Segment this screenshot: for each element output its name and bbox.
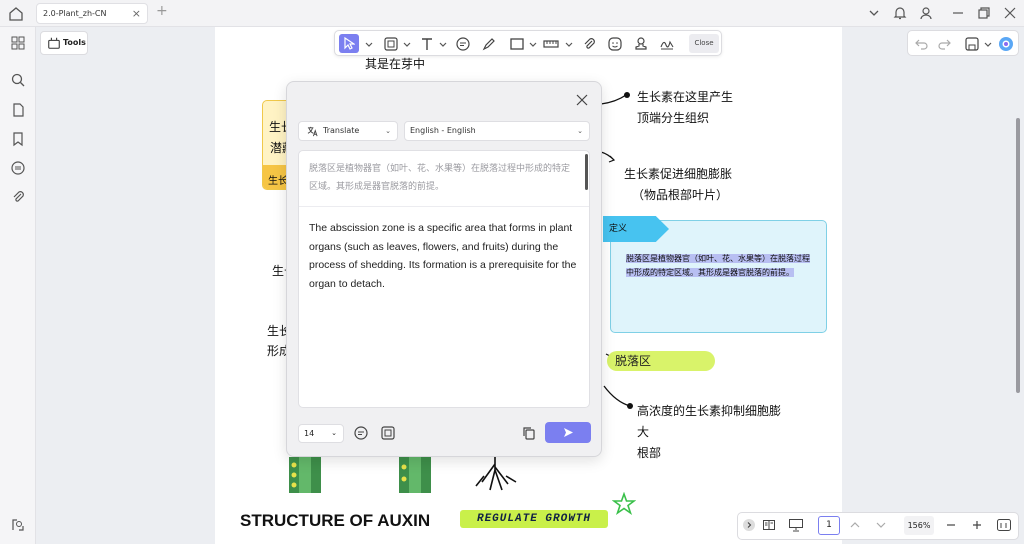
mode-dropdown[interactable]: Translate ⌄ — [298, 121, 398, 141]
font-size-select[interactable]: 14 ⌄ — [298, 424, 344, 443]
expand-right-icon[interactable] — [742, 518, 756, 532]
mode-value: Translate — [323, 126, 360, 135]
user-icon[interactable] — [918, 5, 934, 21]
sticker-icon[interactable] — [607, 36, 623, 52]
page-text: 其是在芽中 — [365, 57, 426, 71]
definition-text[interactable]: 脱落区是植物器官（如叶、花、水果等）在脱落过程中形成的特定区域。其形成是器官脱落… — [626, 252, 816, 280]
definition-tag: 定义 — [603, 216, 669, 242]
page-text: （物品根部叶片） — [632, 188, 729, 202]
undo-icon[interactable] — [914, 36, 930, 52]
search-icon[interactable] — [10, 72, 26, 88]
page-text: 生长素促进细胞膨胀 — [624, 167, 733, 181]
bell-icon[interactable] — [892, 5, 908, 21]
close-toolbar-button[interactable]: Close — [689, 34, 719, 53]
language-dropdown[interactable]: English - English ⌄ — [404, 121, 590, 141]
regulate-growth-label: REGULATE GROWTH — [460, 510, 608, 528]
signature-icon[interactable] — [659, 36, 675, 52]
bookmark-icon[interactable] — [10, 131, 26, 147]
rectangle-icon[interactable] — [509, 36, 525, 52]
cursor-icon — [344, 37, 355, 50]
page-icon[interactable] — [10, 102, 26, 118]
translated-text[interactable]: The abscission zone is a specific area t… — [309, 219, 581, 293]
document-tab[interactable]: 2.0-Plant_zh-CN × — [36, 3, 148, 24]
send-icon — [564, 428, 573, 437]
page-text: 根部 — [637, 446, 662, 460]
previous-page-icon[interactable] — [848, 519, 862, 531]
page-text: 生长 — [268, 176, 288, 187]
panel-divider — [299, 206, 589, 207]
restore-icon[interactable] — [976, 5, 992, 21]
translate-icon — [307, 126, 318, 137]
chevron-down-icon[interactable] — [561, 36, 577, 52]
font-size-value: 14 — [304, 429, 315, 438]
zoom-in-icon[interactable] — [970, 518, 984, 532]
tools-button[interactable]: Tools — [40, 31, 88, 55]
tab-title: 2.0-Plant_zh-CN — [43, 9, 107, 18]
stamp-icon[interactable] — [633, 36, 649, 52]
annotation-toolbar: Close — [334, 30, 722, 56]
comment-icon[interactable] — [353, 425, 369, 441]
close-window-icon[interactable] — [1002, 5, 1018, 21]
comment-icon[interactable] — [10, 160, 26, 176]
close-icon[interactable] — [575, 93, 589, 107]
attachment-icon[interactable] — [581, 36, 597, 52]
copy-icon[interactable] — [521, 425, 537, 441]
tools-label: Tools — [63, 38, 86, 47]
new-tab-icon[interactable]: + — [156, 3, 168, 19]
star-doodle-icon — [612, 492, 636, 516]
plant-stem-illustration — [399, 457, 431, 493]
zoom-out-icon[interactable] — [944, 519, 958, 531]
chevron-down-icon[interactable] — [399, 36, 415, 52]
measure-icon[interactable] — [543, 36, 559, 52]
root-illustration — [475, 452, 517, 491]
language-value: English - English — [410, 126, 476, 135]
text-tool-icon[interactable] — [419, 36, 435, 52]
text-box-icon[interactable] — [383, 36, 399, 52]
left-sidebar — [0, 27, 36, 544]
page-text: 生长素在这里产生 — [637, 90, 734, 104]
actual-size-icon[interactable] — [996, 518, 1012, 532]
chevron-down-icon: ⌄ — [331, 429, 337, 437]
attachment-icon[interactable] — [10, 189, 26, 205]
source-text[interactable]: 脱落区是植物器官（如叶、花、水果等）在脱落过程中形成的特定区域。其形成是器官脱落… — [309, 160, 577, 196]
structure-title: STRUCTURE OF AUXIN — [240, 511, 431, 530]
tools-icon — [48, 37, 60, 49]
home-icon[interactable] — [6, 4, 26, 24]
edit-toolbar — [907, 30, 1019, 56]
plant-stem-illustration — [289, 457, 321, 493]
collapse-panel-icon[interactable] — [10, 517, 26, 533]
thumbnails-icon[interactable] — [10, 35, 26, 51]
page-text: 大 — [637, 425, 650, 439]
text-box-icon[interactable] — [380, 425, 396, 441]
page-scrollbar[interactable] — [1016, 118, 1020, 393]
panel-scrollbar[interactable] — [585, 154, 588, 190]
tab-close-icon[interactable]: × — [132, 4, 141, 23]
comment-icon[interactable] — [455, 36, 471, 52]
page-text: 顶端分生组织 — [637, 111, 710, 125]
presentation-icon[interactable] — [788, 518, 804, 532]
next-page-icon[interactable] — [874, 519, 888, 531]
save-icon[interactable] — [964, 36, 980, 52]
title-bar: 2.0-Plant_zh-CN × + — [0, 0, 1024, 27]
ai-assistant-icon[interactable] — [998, 36, 1014, 52]
send-button[interactable] — [545, 422, 591, 443]
highlighter-icon[interactable] — [481, 36, 497, 52]
abscission-zone-pill: 脱落区 — [607, 351, 715, 371]
chevron-down-icon[interactable] — [361, 36, 377, 52]
chevron-down-icon[interactable] — [435, 36, 451, 52]
chevron-down-icon[interactable] — [980, 36, 996, 52]
chevron-down-icon[interactable] — [525, 36, 541, 52]
page-number-input[interactable]: 1 — [818, 516, 840, 535]
minimize-icon[interactable] — [950, 5, 966, 21]
page-text: 高浓度的生长素抑制细胞膨 — [637, 404, 782, 418]
reading-mode-icon[interactable] — [762, 518, 776, 532]
select-tool-button[interactable] — [339, 34, 359, 53]
chevron-down-icon: ⌄ — [577, 127, 583, 135]
chevron-down-icon[interactable] — [866, 5, 882, 21]
redo-icon[interactable] — [936, 36, 952, 52]
chevron-down-icon: ⌄ — [385, 127, 391, 135]
translation-panel: 脱落区是植物器官（如叶、花、水果等）在脱落过程中形成的特定区域。其形成是器官脱落… — [298, 150, 590, 408]
zoom-level[interactable]: 156% — [904, 516, 934, 535]
